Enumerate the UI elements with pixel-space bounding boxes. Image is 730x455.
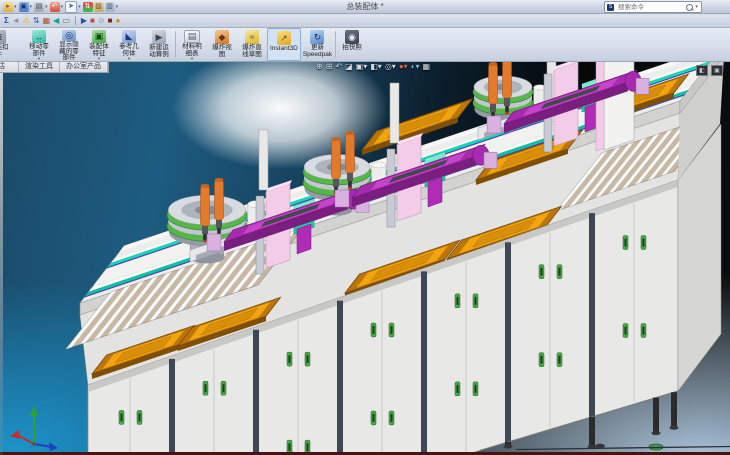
undo-icon[interactable]: ↶ [50, 2, 60, 12]
pane-full-button[interactable]: ▣ [711, 65, 723, 76]
solidworks-window: ▸▾ ▣▾ ▤▾ ↶▾ ➤▾ ⇅ ▧ ▥▾ 总装配体 * S ▾ Σ ◄ ⚠ ⇅… [0, 0, 730, 455]
bill-of-materials-icon: ▤ [184, 30, 200, 43]
command-manager: ≣ 智能扣 件 ▾ ↔ 移动零 部件 ▾ ◎ 显示隐 藏的零 部件 ▣ 装配体 … [0, 28, 730, 62]
options-icon[interactable]: ▥ [105, 2, 115, 12]
chevron-down-icon[interactable]: ▾ [695, 4, 698, 10]
save-icon[interactable]: ▣ [19, 2, 29, 12]
view-settings-icon[interactable]: ▦ [423, 62, 431, 72]
section-properties-icon[interactable]: ▦ [43, 16, 51, 26]
explode-line-sketch-icon: ≈ [245, 30, 259, 44]
warning-icon[interactable]: ⚠ [23, 16, 30, 26]
button-label: Speedpak [303, 52, 332, 59]
new-motion-study-button[interactable]: ▶ 新建运 动算例 [144, 28, 174, 61]
graphics-viewport[interactable] [0, 60, 730, 455]
exploded-view-icon: ◆ [215, 30, 229, 44]
scene-icon[interactable]: ● [115, 16, 120, 26]
tab-label: 办公室产品 [66, 63, 101, 70]
new-motion-study-icon: ▶ [152, 30, 166, 44]
section-view-icon[interactable]: ◪ [345, 62, 353, 72]
chevron-down-icon[interactable]: ▾ [78, 4, 81, 10]
take-snapshot-button[interactable]: ◉ 拍快照 [337, 28, 367, 61]
material-icon[interactable]: ■ [108, 16, 113, 26]
panel-edge[interactable] [0, 60, 3, 455]
button-label: 图 [219, 52, 226, 59]
interference-check-icon[interactable]: ◄ [12, 16, 20, 26]
title-bar: ▸▾ ▣▾ ▤▾ ↶▾ ➤▾ ⇅ ▧ ▥▾ 总装配体 * S ▾ [0, 0, 730, 14]
smart-fasteners-icon: ≣ [0, 30, 6, 44]
equations-icon[interactable]: Σ [4, 16, 9, 26]
solidworks-logo-icon: S [607, 4, 614, 11]
disable-icon[interactable]: ⊘ [98, 16, 105, 26]
move-component-icon: ↔ [32, 30, 46, 43]
ribbon-separator [175, 31, 176, 58]
zoom-fit-icon[interactable]: ⊕ [316, 62, 323, 72]
button-label: 件 [0, 52, 2, 59]
update-speedpak-button[interactable]: ↻ 更新 Speedpak [301, 28, 334, 61]
apply-scene-icon[interactable]: ◐▾ [411, 62, 420, 72]
bill-of-materials-button[interactable]: ▤ 材料明 细表 ▾ [177, 28, 207, 61]
performance-icon[interactable]: ▭ [62, 16, 70, 26]
show-hidden-components-button[interactable]: ◎ 显示隐 藏的零 部件 [54, 28, 84, 61]
open-icon[interactable]: ▸ [3, 2, 13, 12]
button-label: 部件 [63, 55, 76, 62]
reference-geometry-button[interactable]: ◣ 参考几 何体 ▾ [114, 28, 144, 61]
display-style-icon[interactable]: ◧▾ [370, 62, 382, 72]
print-icon[interactable]: ▤ [34, 2, 44, 12]
button-label: 线草图 [242, 52, 262, 59]
assembly-features-icon: ▣ [92, 30, 106, 43]
instant3d-button[interactable]: ↗ Instant3D [267, 28, 301, 61]
motion-icon[interactable]: ▶ [81, 16, 87, 26]
tools-toolbar: Σ ◄ ⚠ ⇅ ▦ ◀ ▭ ▶ ■ ⊘ ■ ● [0, 14, 730, 28]
toolbar-separator [75, 16, 76, 25]
tab-label: 渲染工具 [25, 63, 53, 70]
chevron-down-icon: ▾ [191, 57, 193, 61]
explode-line-sketch-button[interactable]: ≈ 爆炸直 线草图 [237, 28, 267, 61]
assembly-features-button[interactable]: ▣ 装配体 特征 ▾ [84, 28, 114, 61]
update-speedpak-icon: ↻ [310, 30, 324, 44]
reference-geometry-icon: ◣ [122, 30, 136, 43]
chevron-down-icon: ▾ [38, 57, 40, 61]
curvature-icon[interactable]: ◀ [53, 16, 59, 26]
command-search[interactable]: S ▾ [604, 1, 702, 13]
instant3d-icon: ↗ [277, 31, 291, 45]
chevron-down-icon: ▾ [128, 57, 130, 61]
zoom-area-icon[interactable]: ⊞ [326, 62, 333, 72]
select-icon[interactable]: ➤ [65, 1, 77, 13]
smart-fasteners-button[interactable]: ≣ 智能扣 件 ▾ [0, 28, 24, 61]
edit-appearance-icon[interactable]: ●▾ [399, 62, 408, 72]
ribbon-separator [335, 31, 336, 58]
measure-icon[interactable]: ⇅ [33, 16, 40, 26]
view-orientation-icon[interactable]: ▣▾ [356, 62, 368, 72]
file-properties-icon[interactable]: ▧ [94, 2, 104, 12]
show-hidden-components-icon: ◎ [62, 30, 76, 41]
heads-up-view-toolbar: ⊕ ⊞ ↶ ◪ ▣▾ ◧▾ ◎▾ ●▾ ◐▾ ▦ [316, 62, 430, 72]
viewport-pane-buttons: ◧ ▣ [696, 65, 723, 76]
chevron-down-icon[interactable]: ▾ [116, 4, 119, 10]
chevron-down-icon[interactable]: ▾ [30, 4, 33, 10]
button-label: 动算例 [149, 52, 169, 59]
rebuild-icon[interactable]: ⇅ [83, 2, 93, 12]
pane-split-button[interactable]: ◧ [696, 65, 708, 76]
tab-label: 评估 [0, 61, 5, 71]
chevron-down-icon[interactable]: ▾ [61, 4, 64, 10]
take-snapshot-icon: ◉ [345, 30, 359, 44]
button-label: 拍快照 [342, 45, 362, 52]
previous-view-icon[interactable]: ↶ [335, 62, 342, 72]
search-input[interactable] [616, 3, 684, 12]
hide-show-items-icon[interactable]: ◎▾ [385, 62, 396, 72]
button-label: Instant3D [270, 46, 298, 53]
chevron-down-icon[interactable]: ▾ [14, 4, 17, 10]
chevron-down-icon[interactable]: ▾ [45, 4, 48, 10]
quick-access-toolbar: ▸▾ ▣▾ ▤▾ ↶▾ ➤▾ ⇅ ▧ ▥▾ [0, 1, 119, 13]
exploded-view-button[interactable]: ◆ 爆炸视 图 [207, 28, 237, 61]
appearance-icon[interactable]: ■ [90, 16, 95, 26]
chevron-down-icon: ▾ [98, 57, 100, 61]
search-icon[interactable] [686, 4, 693, 11]
move-component-button[interactable]: ↔ 移动零 部件 ▾ [24, 28, 54, 61]
